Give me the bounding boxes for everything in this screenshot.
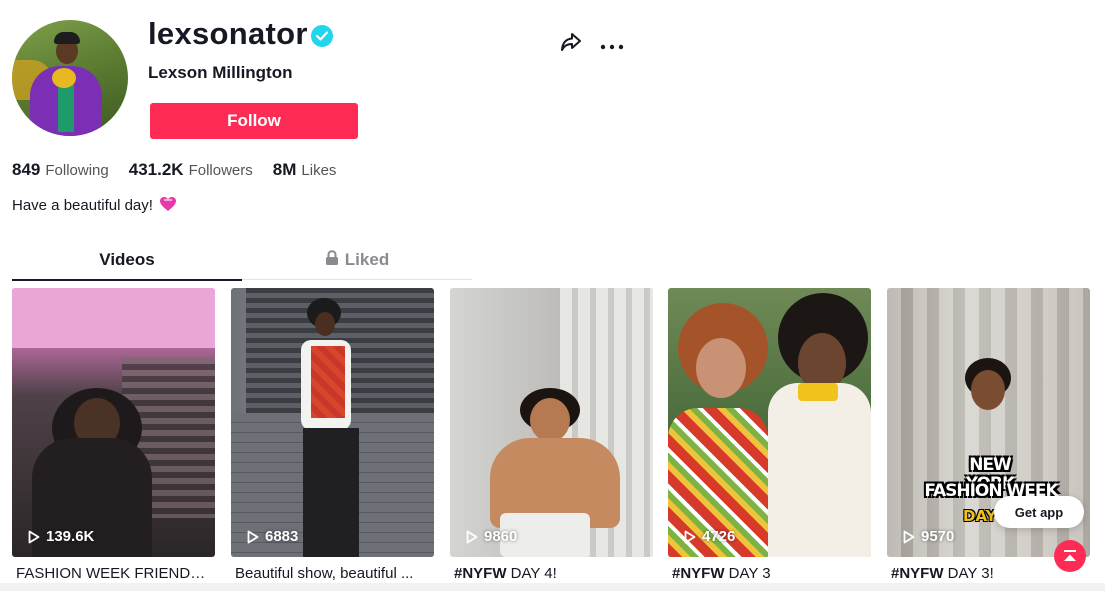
likes-count: 8M (272, 160, 297, 179)
play-icon (247, 530, 259, 543)
video-card[interactable]: 9860 #NYFW DAY 4! (450, 288, 653, 582)
profile-stats: 849 Following 431.2K Followers 8M Likes (12, 160, 356, 180)
bio-text: Have a beautiful day! (12, 197, 153, 214)
caption-text: DAY 3! (943, 565, 994, 582)
followers-label: Followers (188, 162, 253, 179)
caption-hashtag[interactable]: #NYFW (891, 565, 944, 582)
caption-text: DAY 4! (506, 565, 557, 582)
caption-text: Beautiful show, beautiful ... (235, 565, 414, 582)
tab-liked[interactable]: Liked (242, 244, 472, 279)
video-caption[interactable]: #NYFW DAY 3! (891, 565, 1087, 582)
followers-count: 431.2K (128, 160, 184, 179)
caption-hashtag[interactable]: #NYFW (672, 565, 725, 582)
video-card[interactable]: 139.6K FASHION WEEK FRIENDS... (12, 288, 215, 582)
video-caption[interactable]: #NYFW DAY 3 (672, 565, 868, 582)
profile-tabs: Videos Liked (12, 244, 472, 281)
heart-gift-icon (159, 196, 177, 216)
lock-icon (325, 245, 339, 277)
video-card[interactable]: 4726 #NYFW DAY 3 (668, 288, 871, 582)
caption-text: DAY 3 (724, 565, 771, 582)
view-count-text: 4726 (702, 528, 736, 545)
following-count: 849 (12, 160, 41, 179)
view-count-text: 9570 (921, 528, 955, 545)
following-label: Following (45, 162, 109, 179)
view-count: 139.6K (28, 528, 94, 545)
tab-videos[interactable]: Videos (12, 244, 242, 281)
play-icon (684, 530, 696, 543)
video-caption[interactable]: #NYFW DAY 4! (454, 565, 650, 582)
play-icon (466, 530, 478, 543)
video-thumbnail[interactable]: 6883 (231, 288, 434, 557)
stat-likes: 8M Likes (273, 160, 337, 180)
profile-bio: Have a beautiful day! (12, 196, 177, 216)
follow-button[interactable]: Follow (150, 103, 358, 139)
view-count: 9860 (466, 528, 517, 545)
video-caption[interactable]: FASHION WEEK FRIENDS... (16, 565, 212, 582)
tab-liked-label: Liked (344, 250, 390, 269)
caption-hashtag[interactable]: #NYFW (454, 565, 507, 582)
view-count: 6883 (247, 528, 298, 545)
video-thumbnail[interactable]: 9860 (450, 288, 653, 557)
view-count: 9570 (903, 528, 954, 545)
more-options-icon[interactable] (600, 38, 624, 50)
scroll-top-button[interactable] (1054, 540, 1086, 572)
profile-nickname: Lexson Millington (148, 63, 293, 82)
profile-username: lexsonator (148, 16, 308, 51)
video-caption[interactable]: Beautiful show, beautiful ... (235, 565, 431, 582)
stat-followers[interactable]: 431.2K Followers (129, 160, 253, 180)
scroll-top-icon (1064, 550, 1076, 561)
view-count: 4726 (684, 528, 735, 545)
bottom-scroll-edge (0, 583, 1105, 591)
tab-videos-label: Videos (99, 250, 155, 269)
stat-following[interactable]: 849 Following (12, 160, 109, 180)
view-count-text: 139.6K (46, 528, 95, 545)
share-icon[interactable] (559, 30, 583, 54)
video-card[interactable]: 6883 Beautiful show, beautiful ... (231, 288, 434, 582)
profile-avatar (12, 20, 128, 136)
play-icon (903, 530, 915, 543)
verified-badge-icon (311, 25, 333, 47)
view-count-text: 9860 (484, 528, 518, 545)
view-count-text: 6883 (265, 528, 299, 545)
likes-label: Likes (301, 162, 337, 179)
play-icon (28, 530, 40, 543)
video-thumbnail[interactable]: 139.6K (12, 288, 215, 557)
get-app-button[interactable]: Get app (994, 496, 1084, 528)
caption-text: FASHION WEEK FRIENDS... (16, 565, 212, 582)
video-thumbnail[interactable]: 4726 (668, 288, 871, 557)
